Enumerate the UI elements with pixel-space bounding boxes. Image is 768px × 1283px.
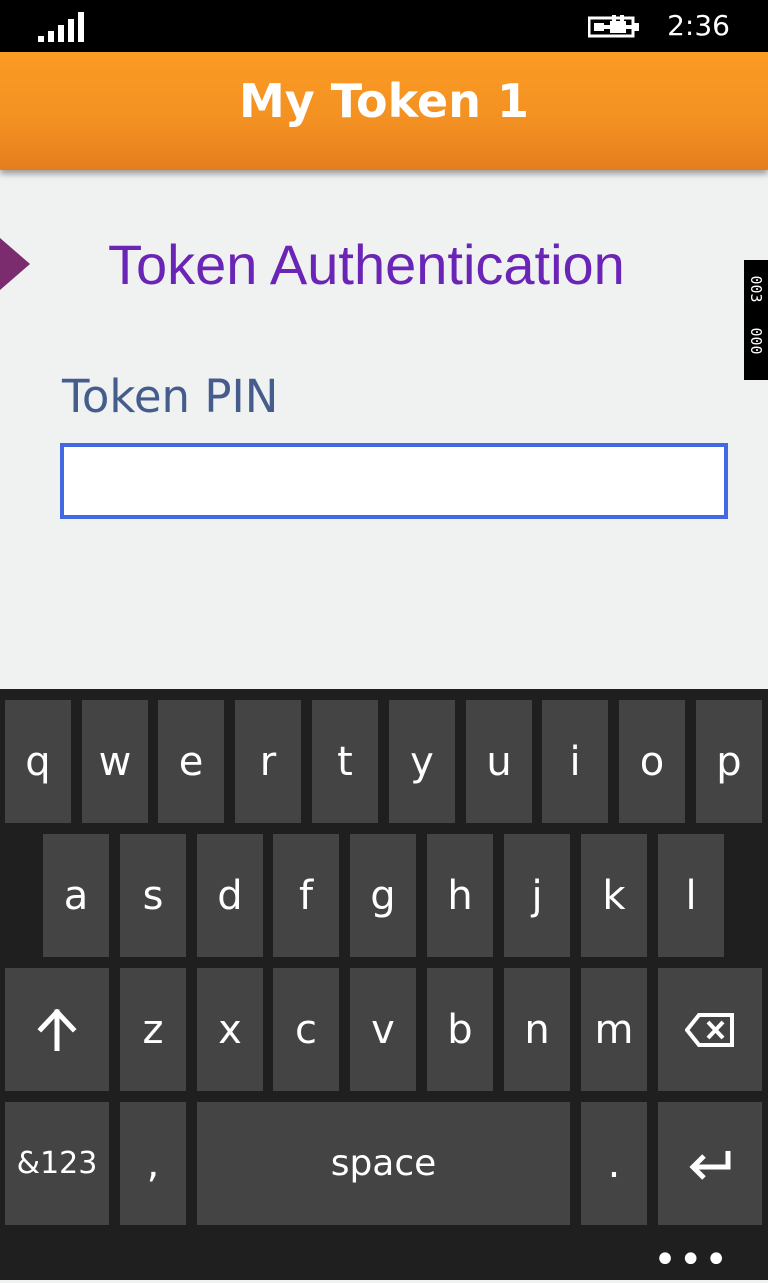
key-o[interactable]: o bbox=[619, 700, 685, 823]
status-bar: 2:36 bbox=[0, 0, 768, 52]
key-k[interactable]: k bbox=[581, 834, 647, 957]
status-time: 2:36 bbox=[667, 9, 730, 42]
signal-strength-icon bbox=[38, 12, 86, 42]
key-y[interactable]: y bbox=[389, 700, 455, 823]
key-n[interactable]: n bbox=[504, 968, 570, 1091]
on-screen-keyboard: q w e r t y u i o p a s d f g h j k l z … bbox=[0, 689, 768, 1280]
key-u[interactable]: u bbox=[466, 700, 532, 823]
shift-icon bbox=[37, 1008, 77, 1051]
key-j[interactable]: j bbox=[504, 834, 570, 957]
shift-key[interactable] bbox=[5, 968, 109, 1091]
key-w[interactable]: w bbox=[82, 700, 148, 823]
pin-label: Token PIN bbox=[62, 370, 279, 423]
period-key[interactable]: . bbox=[581, 1102, 647, 1225]
key-s[interactable]: s bbox=[120, 834, 186, 957]
side-tab[interactable]: 003 000 bbox=[744, 260, 768, 380]
key-z[interactable]: z bbox=[120, 968, 186, 1091]
key-d[interactable]: d bbox=[197, 834, 263, 957]
enter-icon bbox=[689, 1150, 731, 1180]
page-title: Token Authentication bbox=[108, 233, 625, 296]
battery-charging-icon bbox=[588, 15, 639, 38]
key-a[interactable]: a bbox=[43, 834, 109, 957]
key-e[interactable]: e bbox=[158, 700, 224, 823]
space-key[interactable]: space bbox=[197, 1102, 570, 1225]
app-title: My Token 1 bbox=[239, 74, 529, 128]
pin-input[interactable] bbox=[60, 443, 728, 519]
key-r[interactable]: r bbox=[235, 700, 301, 823]
side-tab-label-2: 000 bbox=[747, 327, 765, 355]
key-f[interactable]: f bbox=[273, 834, 339, 957]
key-q[interactable]: q bbox=[5, 700, 71, 823]
key-t[interactable]: t bbox=[312, 700, 378, 823]
back-arrow-icon[interactable] bbox=[0, 238, 30, 290]
enter-key[interactable] bbox=[658, 1102, 762, 1225]
key-b[interactable]: b bbox=[427, 968, 493, 1091]
key-x[interactable]: x bbox=[197, 968, 263, 1091]
key-i[interactable]: i bbox=[542, 700, 608, 823]
key-p[interactable]: p bbox=[696, 700, 762, 823]
key-c[interactable]: c bbox=[273, 968, 339, 1091]
comma-key[interactable]: , bbox=[120, 1102, 186, 1225]
key-h[interactable]: h bbox=[427, 834, 493, 957]
app-header: My Token 1 bbox=[0, 52, 768, 170]
key-m[interactable]: m bbox=[581, 968, 647, 1091]
key-g[interactable]: g bbox=[350, 834, 416, 957]
backspace-icon bbox=[685, 1012, 734, 1047]
numbers-key[interactable]: &123 bbox=[5, 1102, 109, 1225]
more-options-icon[interactable]: ••• bbox=[653, 1240, 730, 1280]
key-l[interactable]: l bbox=[658, 834, 724, 957]
key-v[interactable]: v bbox=[350, 968, 416, 1091]
backspace-key[interactable] bbox=[658, 968, 762, 1091]
